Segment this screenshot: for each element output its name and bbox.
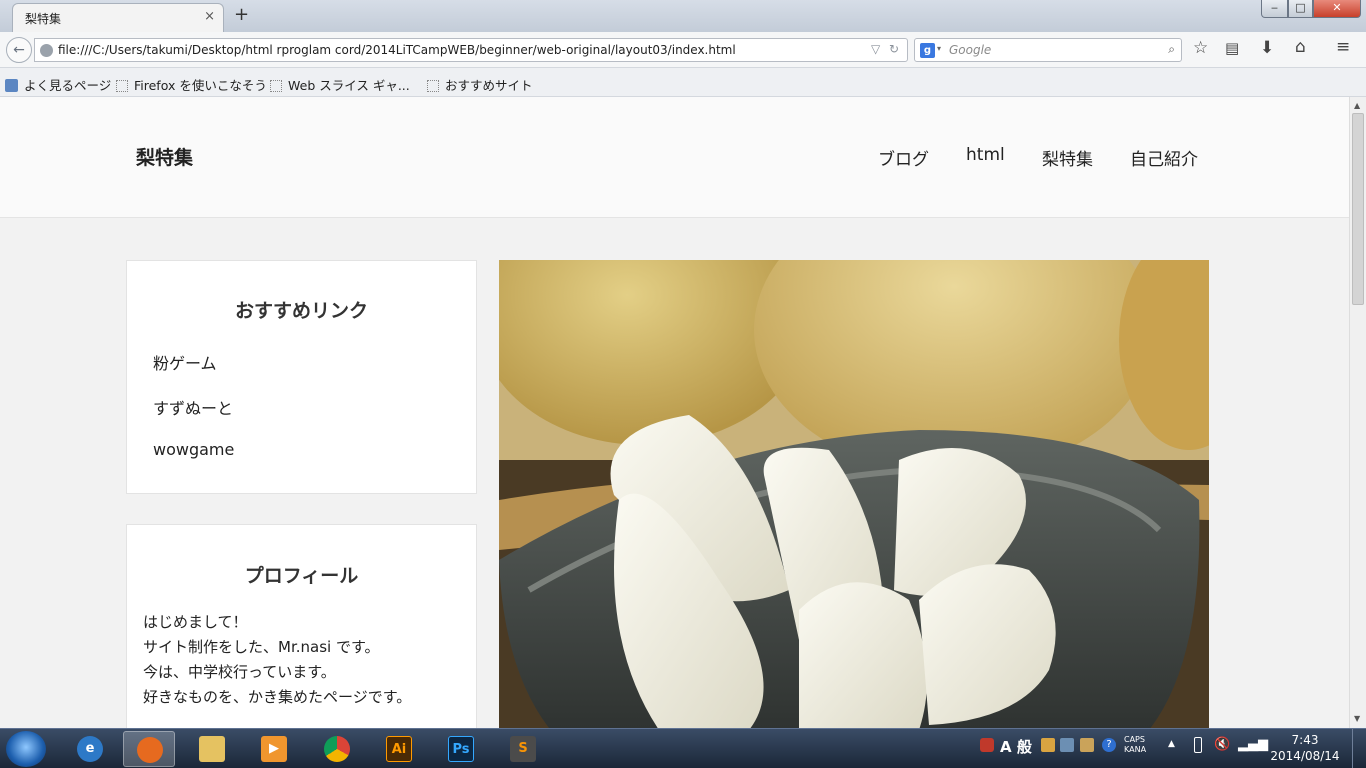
ime-dictionary-icon[interactable] bbox=[1060, 738, 1074, 752]
page-icon bbox=[427, 80, 439, 92]
profile-text: はじめまして！ サイト制作をした、Mr.nasi です。 今は、中学校行っていま… bbox=[143, 610, 476, 710]
dropdown-icon[interactable]: ▽ bbox=[871, 42, 880, 56]
nav-link-about[interactable]: 自己紹介 bbox=[1130, 145, 1198, 170]
menu-icon[interactable]: ≡ bbox=[1336, 37, 1350, 57]
widget-title: おすすめリンク bbox=[234, 300, 368, 322]
tab-close-icon[interactable]: × bbox=[204, 9, 215, 24]
media-player-icon: ▶ bbox=[261, 736, 287, 762]
nav-link-html[interactable]: html bbox=[966, 145, 1005, 165]
help-icon[interactable]: ? bbox=[1102, 738, 1116, 752]
url-bar[interactable]: file:///C:/Users/takumi/Desktop/html rpr… bbox=[34, 38, 908, 62]
network-signal-icon[interactable]: ▂▄▆ bbox=[1238, 737, 1268, 752]
taskbar-media-player[interactable]: ▶ bbox=[248, 731, 300, 767]
profile-widget: プロフィール はじめまして！ サイト制作をした、Mr.nasi です。 今は、中… bbox=[126, 524, 477, 728]
ime-settings-icon[interactable] bbox=[1080, 738, 1094, 752]
minimize-button[interactable]: ‒ bbox=[1261, 0, 1288, 18]
reload-icon[interactable]: ↻ bbox=[889, 42, 899, 56]
url-text[interactable]: file:///C:/Users/takumi/Desktop/html rpr… bbox=[58, 43, 736, 57]
profile-line: はじめまして！ bbox=[143, 613, 248, 631]
page-viewport: 梨特集 ブログ html 梨特集 自己紹介 おすすめリンク 粉ゲーム すずぬーと… bbox=[0, 97, 1349, 728]
folder-icon bbox=[199, 736, 225, 762]
bookmark-firefox-tips[interactable]: Firefox を使いこなそう bbox=[116, 75, 267, 94]
tray-app-icon[interactable] bbox=[980, 738, 994, 752]
taskbar-firefox[interactable] bbox=[123, 731, 175, 767]
photoshop-icon: Ps bbox=[448, 736, 474, 762]
hero-image bbox=[499, 260, 1209, 728]
page-icon bbox=[270, 80, 282, 92]
page-icon bbox=[116, 80, 128, 92]
tab-title: 梨特集 bbox=[25, 12, 62, 26]
taskbar-illustrator[interactable]: Ai bbox=[373, 731, 425, 767]
close-window-button[interactable]: ✕ bbox=[1313, 0, 1361, 18]
nav-link-pear-feature[interactable]: 梨特集 bbox=[1042, 145, 1093, 170]
taskbar-file-explorer[interactable] bbox=[186, 731, 238, 767]
taskbar-chrome[interactable] bbox=[311, 731, 363, 767]
home-icon[interactable]: ⌂ bbox=[1295, 37, 1306, 57]
start-button[interactable] bbox=[6, 731, 46, 767]
browser-tab[interactable]: 梨特集 × bbox=[12, 3, 224, 32]
bookmark-web-slice[interactable]: Web スライス ギャ... bbox=[270, 75, 410, 94]
show-hidden-icons-icon[interactable]: ▲ bbox=[1168, 739, 1175, 749]
search-icon[interactable]: ⌕ bbox=[1168, 42, 1175, 57]
list-item[interactable]: 粉ゲーム bbox=[153, 350, 476, 395]
engine-dropdown-icon[interactable]: ▾ bbox=[937, 44, 941, 53]
site-title[interactable]: 梨特集 bbox=[136, 143, 193, 170]
volume-muted-icon[interactable]: 🔇 bbox=[1214, 737, 1230, 752]
search-input[interactable]: Google bbox=[949, 43, 991, 57]
maximize-button[interactable]: □ bbox=[1288, 0, 1313, 18]
link-list: 粉ゲーム すずぬーと wowgame bbox=[153, 350, 476, 485]
chrome-icon bbox=[324, 736, 350, 762]
bookmark-icon bbox=[5, 79, 18, 92]
illustrator-icon: Ai bbox=[386, 736, 412, 762]
bookmark-star-icon[interactable]: ☆ bbox=[1193, 38, 1208, 58]
taskbar-photoshop[interactable]: Ps bbox=[435, 731, 487, 767]
site-header: 梨特集 ブログ html 梨特集 自己紹介 bbox=[0, 97, 1349, 218]
clock-date: 2014/08/14 bbox=[1270, 749, 1340, 763]
nav-link-blog[interactable]: ブログ bbox=[878, 145, 929, 170]
firefox-icon bbox=[137, 737, 163, 763]
search-engine-icon[interactable]: g bbox=[920, 43, 935, 58]
list-item[interactable]: wowgame bbox=[153, 440, 476, 485]
taskbar-internet-explorer[interactable]: e bbox=[64, 731, 116, 767]
sliced-pear-photo-icon bbox=[499, 260, 1209, 728]
show-desktop-button[interactable] bbox=[1352, 729, 1366, 768]
profile-line: 好きなものを、かき集めたページです。 bbox=[143, 688, 412, 706]
taskbar-sublime-text[interactable]: S bbox=[497, 731, 549, 767]
internet-explorer-icon: e bbox=[77, 736, 103, 762]
kana-indicator: KANA bbox=[1124, 745, 1147, 754]
clock-time: 7:43 bbox=[1291, 733, 1319, 747]
page-scrollbar[interactable]: ▲ ▼ bbox=[1349, 97, 1366, 728]
navigation-toolbar: ← file:///C:/Users/takumi/Desktop/html r… bbox=[0, 32, 1366, 68]
back-icon[interactable]: ← bbox=[6, 37, 32, 63]
reading-list-icon[interactable]: ▤ bbox=[1225, 39, 1239, 57]
ime-tool-icon[interactable] bbox=[1041, 738, 1055, 752]
download-icon[interactable]: ⬇ bbox=[1260, 38, 1274, 58]
windows-taskbar: e ▶ Ai Ps S A 般 ? CAPS KANA ▲ 🔇 ▂▄▆ 7:43 … bbox=[0, 728, 1366, 768]
ime-indicator[interactable]: A 般 bbox=[1000, 736, 1032, 757]
search-bar[interactable]: g ▾ Google ⌕ bbox=[914, 38, 1182, 62]
scrollbar-thumb[interactable] bbox=[1352, 113, 1364, 305]
sublime-text-icon: S bbox=[510, 736, 536, 762]
globe-icon bbox=[40, 44, 53, 57]
bookmark-most-visited[interactable]: よく見るページ bbox=[5, 75, 111, 94]
new-tab-button[interactable]: + bbox=[234, 4, 249, 25]
bookmark-suggested-sites[interactable]: おすすめサイト bbox=[427, 75, 533, 94]
profile-line: サイト制作をした、Mr.nasi です。 bbox=[143, 638, 380, 656]
scroll-down-icon[interactable]: ▼ bbox=[1354, 714, 1360, 723]
widget-title: プロフィール bbox=[244, 565, 359, 587]
caps-lock-indicator: CAPS KANA bbox=[1124, 735, 1147, 754]
recommended-links-widget: おすすめリンク 粉ゲーム すずぬーと wowgame bbox=[126, 260, 477, 494]
list-item[interactable]: すずぬーと bbox=[153, 395, 476, 440]
scroll-up-icon[interactable]: ▲ bbox=[1354, 101, 1360, 110]
bookmarks-toolbar: よく見るページ Firefox を使いこなそう Web スライス ギャ... お… bbox=[0, 68, 1366, 97]
system-clock[interactable]: 7:43 2014/08/14 bbox=[1270, 732, 1340, 764]
profile-line: 今は、中学校行っています。 bbox=[143, 663, 336, 681]
battery-icon[interactable] bbox=[1194, 737, 1202, 753]
tab-strip: 梨特集 × + ‒ □ ✕ bbox=[0, 0, 1366, 32]
